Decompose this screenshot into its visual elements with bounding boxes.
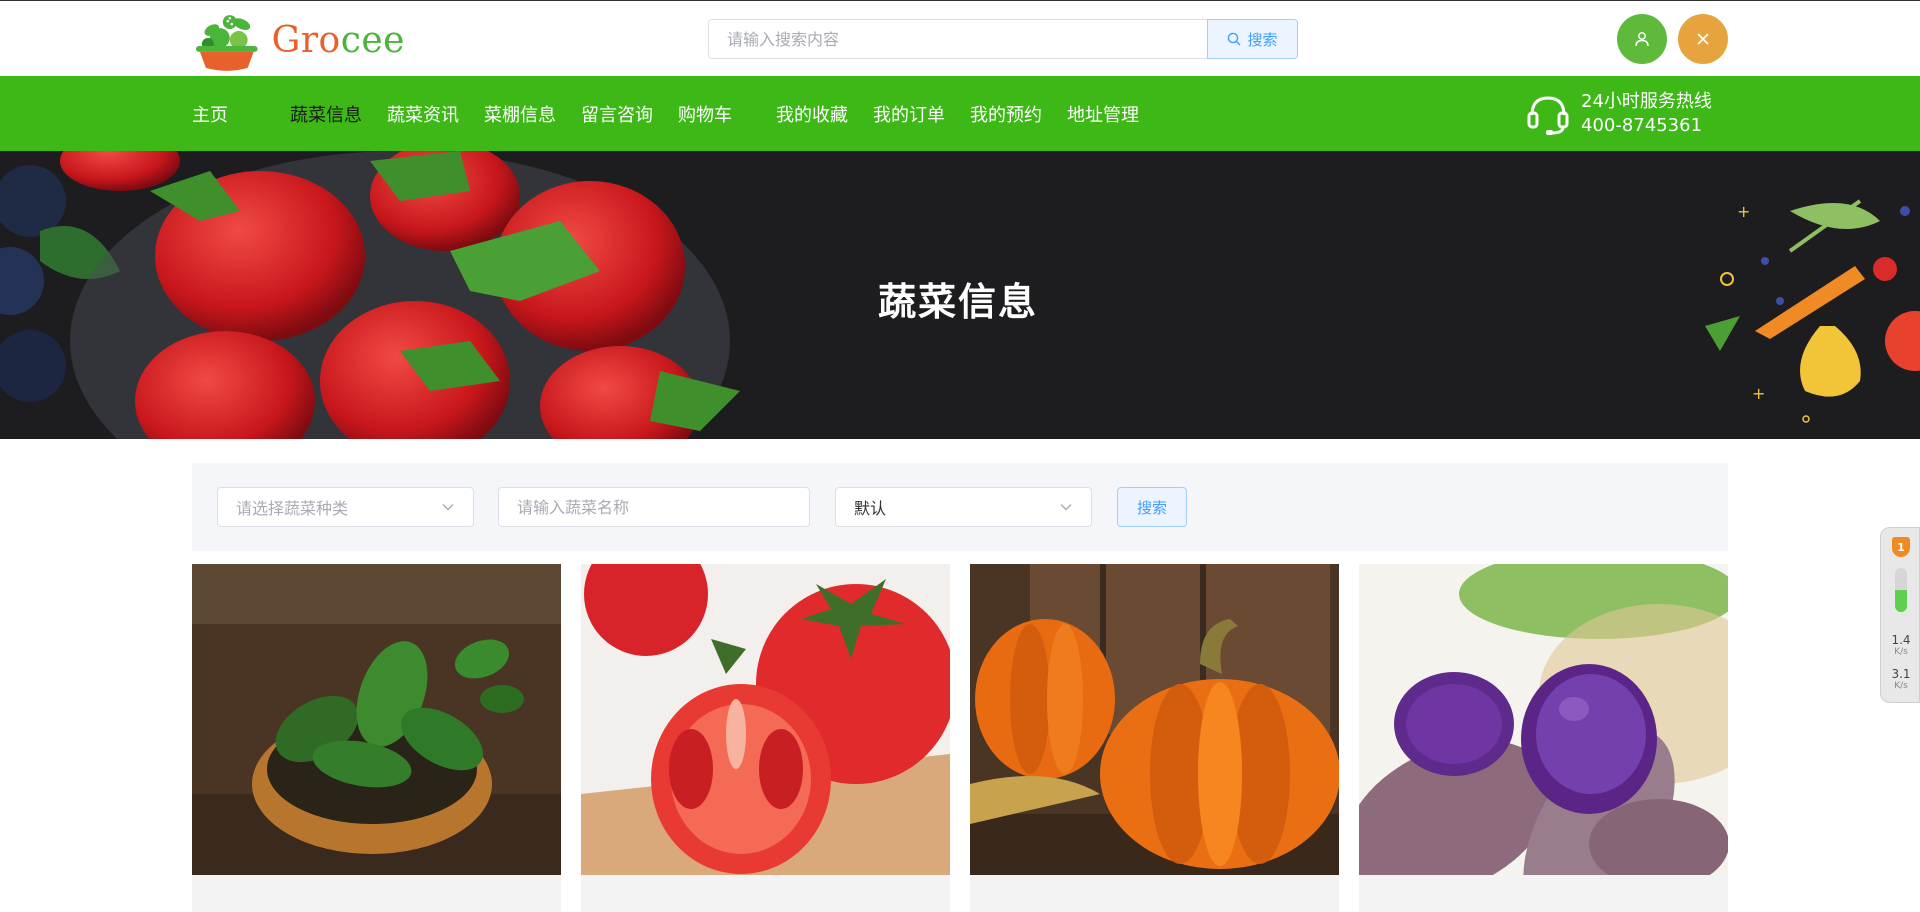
upload-speed-unit: K/s — [1894, 647, 1908, 657]
sort-select[interactable]: 默认 — [835, 487, 1092, 527]
product-card-tomato[interactable] — [581, 564, 950, 912]
svg-text:+: + — [1737, 202, 1750, 221]
header-search-button-label: 搜索 — [1247, 30, 1278, 49]
nav-item-vegetable-info[interactable]: 蔬菜信息 — [290, 101, 362, 127]
category-select[interactable]: 请选择蔬菜种类 — [217, 487, 474, 527]
logo-text: Grocee — [271, 19, 405, 61]
chevron-down-icon — [442, 504, 454, 511]
shield-badge-icon: 1 — [1892, 537, 1910, 557]
nav-item-address[interactable]: 地址管理 — [1067, 101, 1139, 127]
header-search-input[interactable] — [708, 19, 1208, 59]
download-speed-unit: K/s — [1894, 681, 1908, 691]
vegetable-name-input[interactable] — [498, 487, 810, 527]
nav-item-vegetable-news[interactable]: 蔬菜资讯 — [387, 101, 459, 127]
nav-items: 主页 蔬菜信息 蔬菜资讯 菜棚信息 留言咨询 购物车 我的收藏 我的订单 我的预… — [192, 76, 1164, 151]
spinach-image — [192, 564, 561, 875]
nav-item-message-consult[interactable]: 留言咨询 — [581, 101, 653, 127]
headset-icon — [1527, 96, 1569, 135]
download-speed: 3.1 — [1891, 667, 1911, 681]
upload-speed: 1.4 — [1891, 633, 1911, 647]
product-list — [192, 564, 1728, 912]
product-card-spinach[interactable] — [192, 564, 561, 912]
product-card-pumpkin[interactable] — [970, 564, 1339, 912]
service-hotline: 24小时服务热线 400-8745361 — [1525, 90, 1712, 138]
search-icon — [1228, 32, 1241, 46]
basket-logo-icon — [195, 15, 258, 71]
hotline-number: 400-8745361 — [1581, 115, 1703, 136]
nav-item-orders[interactable]: 我的订单 — [873, 101, 945, 127]
close-button[interactable] — [1678, 14, 1728, 64]
nav-item-cart[interactable]: 购物车 — [678, 101, 732, 127]
nav-item-home[interactable]: 主页 — [192, 101, 228, 127]
user-icon — [1635, 32, 1649, 47]
network-speed-widget[interactable]: 1 1.4 K/s 3.1 K/s — [1880, 527, 1920, 703]
hotline-title: 24小时服务热线 — [1581, 91, 1712, 112]
nav-item-greenhouse-info[interactable]: 菜棚信息 — [484, 101, 556, 127]
header-search-button[interactable]: 搜索 — [1207, 19, 1298, 59]
svg-text:+: + — [1752, 384, 1765, 403]
speed-gauge — [1895, 568, 1907, 612]
shield-badge-count: 1 — [1897, 540, 1905, 554]
header-search: 搜索 — [708, 19, 1298, 59]
nav-item-favorites[interactable]: 我的收藏 — [776, 101, 848, 127]
chevron-down-icon — [1060, 504, 1072, 511]
user-button[interactable] — [1617, 14, 1667, 64]
purple-sweet-potato-image — [1359, 564, 1728, 912]
header: Grocee 搜索 — [0, 1, 1920, 76]
banner-title: 蔬菜信息 — [877, 280, 1038, 324]
close-icon — [1697, 33, 1709, 45]
pumpkin-image — [970, 564, 1339, 875]
sort-select-value: 默认 — [854, 499, 887, 518]
product-card-purple-sweet-potato[interactable] — [1359, 564, 1728, 912]
logo[interactable]: Grocee — [190, 7, 405, 73]
filter-search-button[interactable]: 搜索 — [1117, 487, 1187, 527]
page-banner: + + 蔬菜信息 — [0, 151, 1920, 439]
filter-search-button-label: 搜索 — [1136, 498, 1167, 517]
filter-bar: 请选择蔬菜种类 默认 搜索 — [192, 463, 1728, 551]
category-select-placeholder: 请选择蔬菜种类 — [236, 499, 349, 518]
main-nav: 主页 蔬菜信息 蔬菜资讯 菜棚信息 留言咨询 购物车 我的收藏 我的订单 我的预… — [0, 76, 1920, 151]
nav-item-appointments[interactable]: 我的预约 — [970, 101, 1042, 127]
tomato-image — [581, 564, 950, 875]
